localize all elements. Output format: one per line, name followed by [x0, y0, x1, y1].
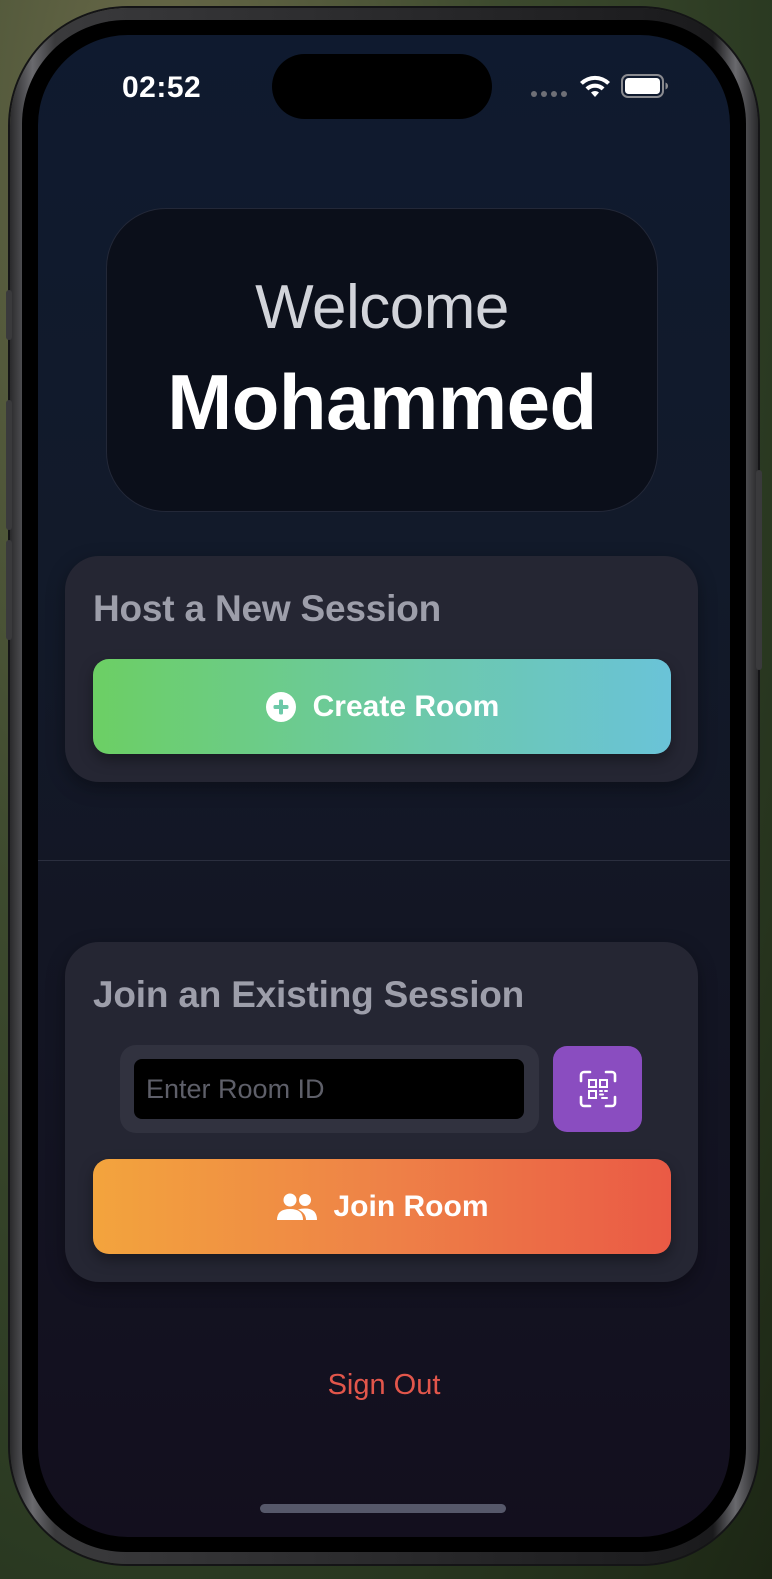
wifi-icon: [580, 75, 610, 97]
people-icon: [276, 1193, 317, 1220]
qr-scan-icon: [579, 1070, 616, 1108]
room-id-field-container: [120, 1045, 539, 1133]
create-room-button[interactable]: Create Room: [93, 659, 671, 754]
qr-scan-button[interactable]: [553, 1046, 642, 1132]
host-session-panel: Host a New Session Create Room: [65, 556, 698, 782]
room-id-input[interactable]: [134, 1059, 524, 1119]
join-room-label: Join Room: [333, 1189, 489, 1223]
home-indicator: [260, 1504, 506, 1513]
host-session-title: Host a New Session: [93, 588, 442, 629]
join-session-title: Join an Existing Session: [93, 974, 525, 1015]
join-session-panel: Join an Existing Session J: [65, 942, 698, 1282]
welcome-card: Welcome Mohammed: [106, 208, 658, 512]
battery-icon: [621, 74, 668, 98]
phone-volume-up-button: [6, 400, 12, 530]
phone-volume-down-button: [6, 540, 12, 640]
sign-out-button[interactable]: Sign Out: [38, 1369, 730, 1402]
section-divider: [38, 860, 730, 861]
phone-power-button: [756, 470, 762, 670]
phone-side-button: [6, 290, 12, 340]
plus-circle-icon: [265, 691, 296, 722]
signal-dots-icon: [531, 91, 567, 97]
dynamic-island: [272, 54, 492, 119]
create-room-label: Create Room: [312, 689, 500, 723]
welcome-greeting: Welcome: [255, 273, 509, 342]
app-screen: 02:52 Welcome Mohammed Host a New Sessio…: [38, 35, 730, 1537]
user-name: Mohammed: [167, 358, 597, 446]
join-room-button[interactable]: Join Room: [93, 1159, 671, 1254]
status-time: 02:52: [122, 71, 202, 104]
